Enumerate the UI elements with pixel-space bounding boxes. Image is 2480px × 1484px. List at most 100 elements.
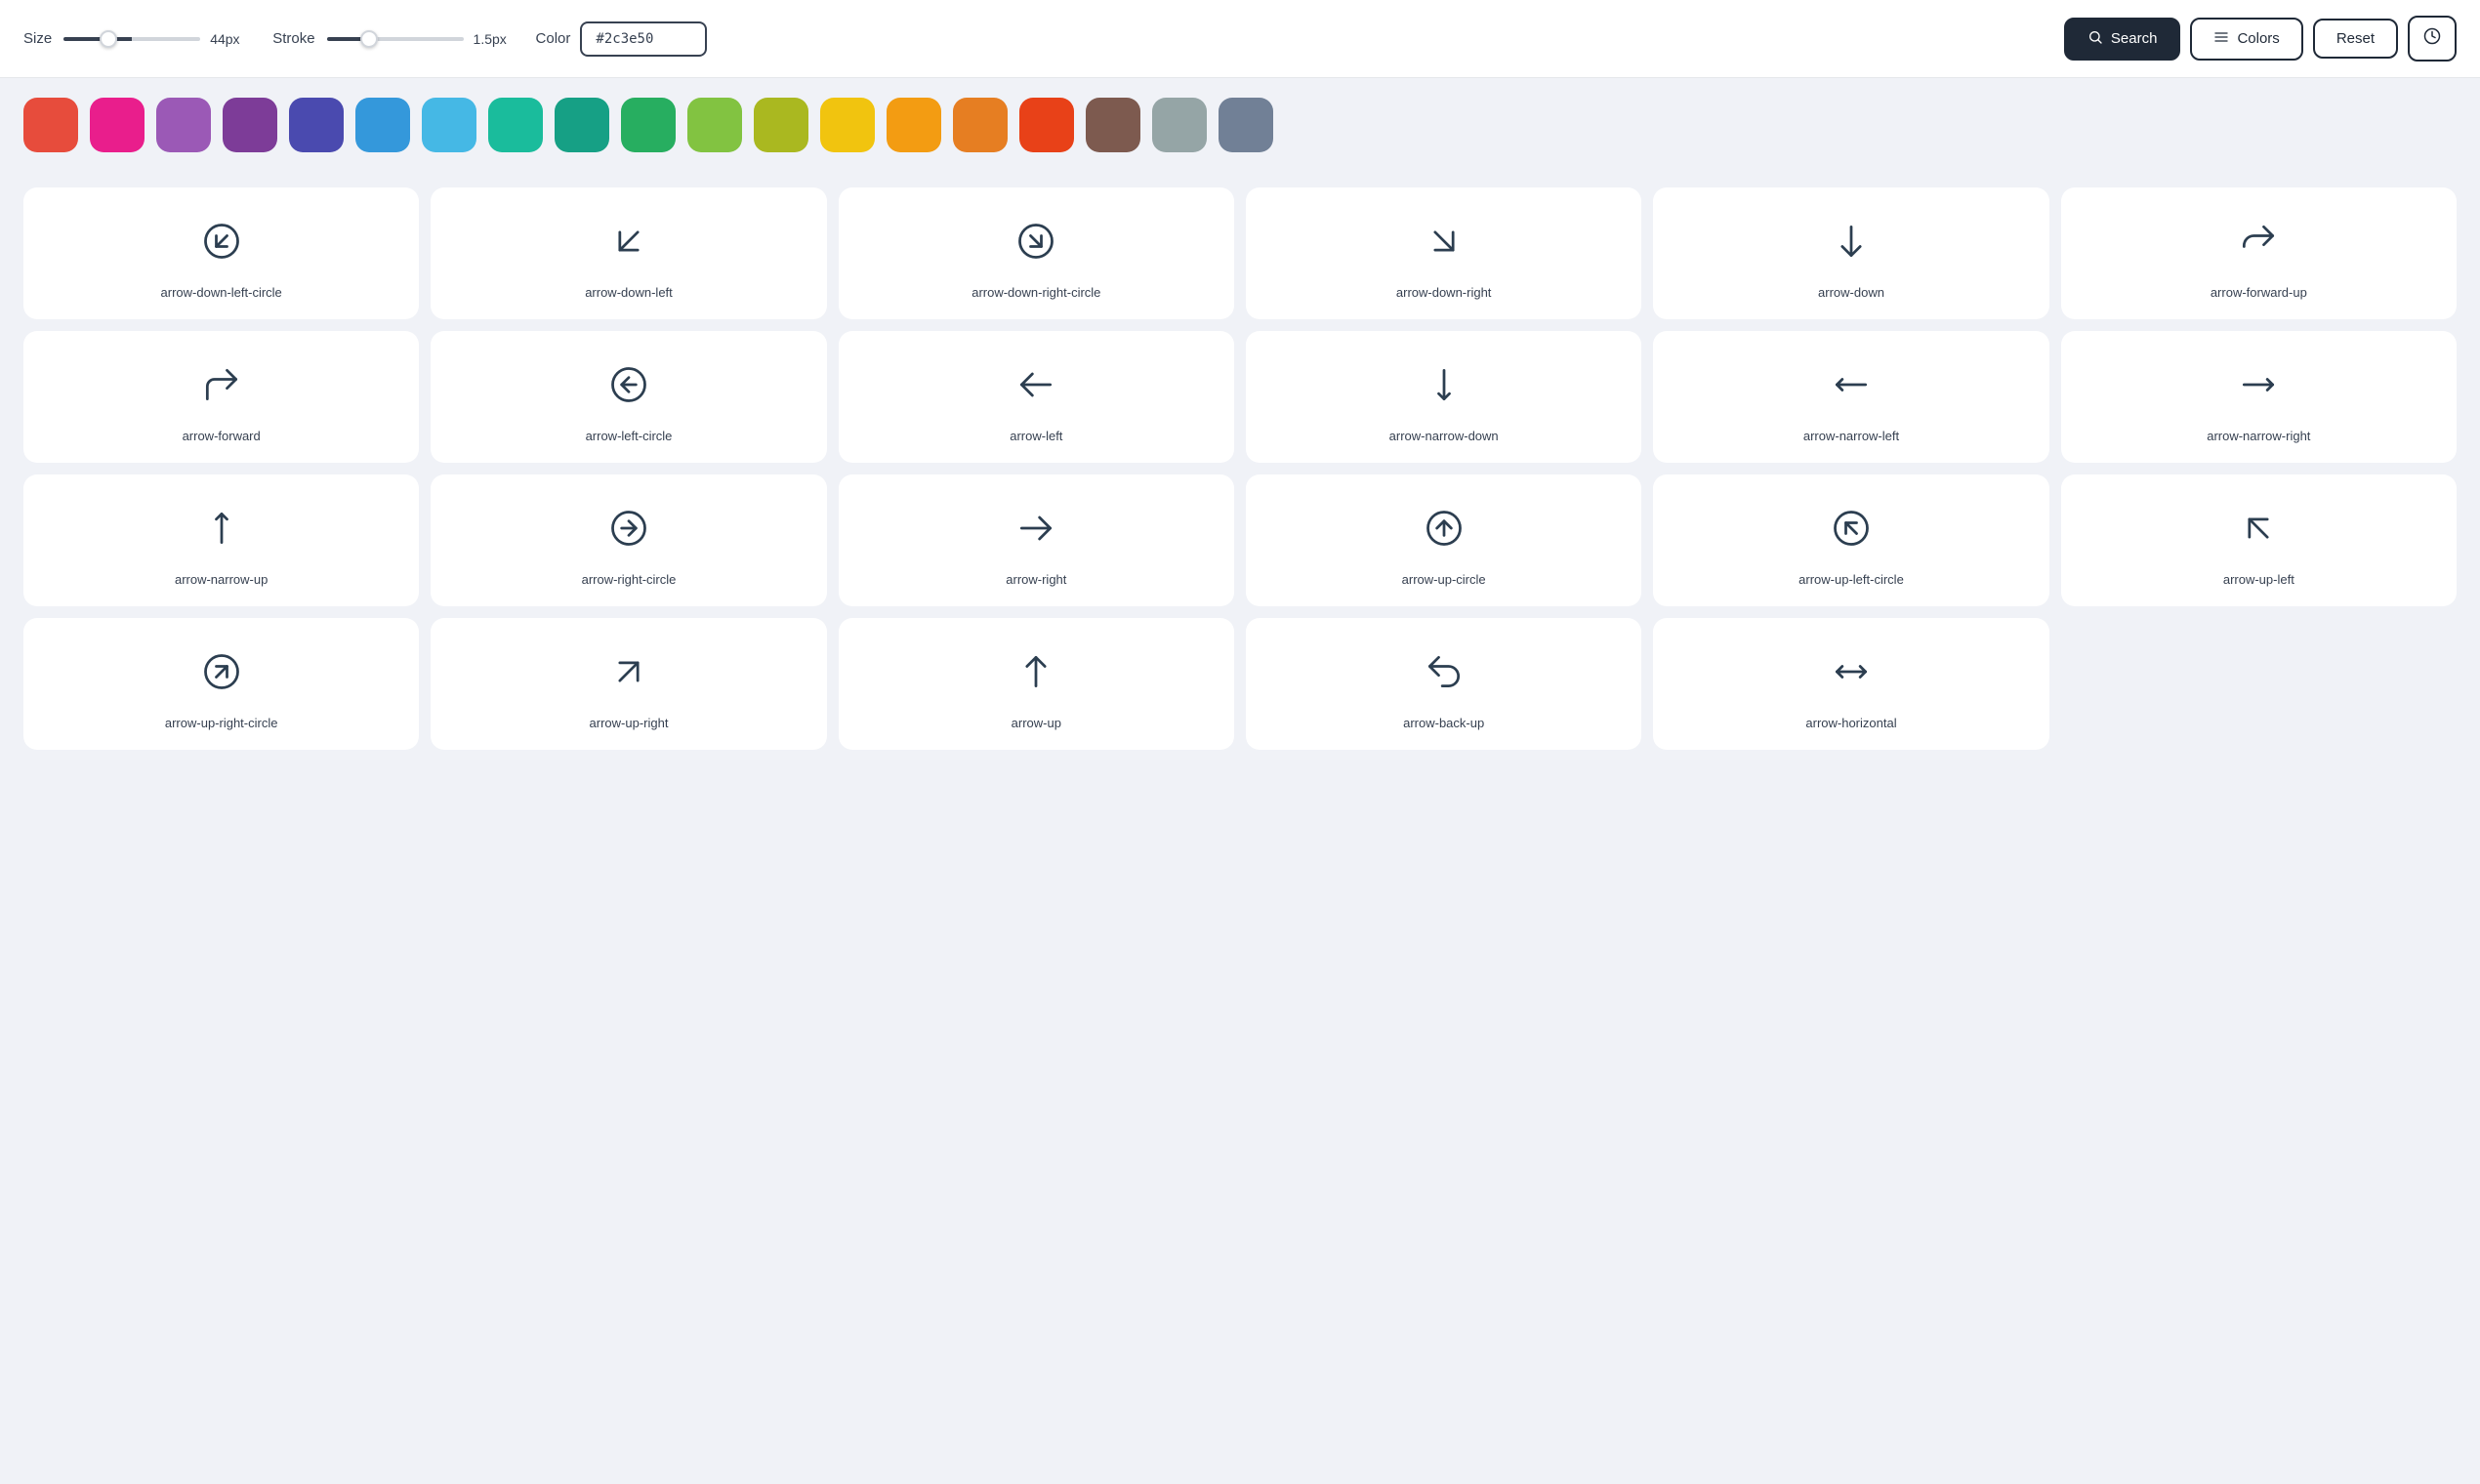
- icon-symbol-arrow-right-circle: [607, 504, 650, 553]
- history-button[interactable]: [2408, 16, 2457, 62]
- color-control: Color: [536, 21, 708, 57]
- icon-card-arrow-narrow-down[interactable]: arrow-narrow-down: [1246, 331, 1641, 463]
- icon-symbol-arrow-left-circle: [607, 360, 650, 409]
- icon-label-arrow-up-circle: arrow-up-circle: [1402, 572, 1486, 587]
- color-swatch-purple[interactable]: [223, 98, 277, 152]
- colors-button[interactable]: Colors: [2190, 18, 2302, 61]
- toolbar-buttons: Search Colors Reset: [2064, 16, 2457, 62]
- stroke-value: 1.5px: [474, 31, 513, 47]
- color-swatch-lime[interactable]: [754, 98, 808, 152]
- color-input[interactable]: [580, 21, 707, 57]
- stroke-slider[interactable]: [327, 37, 464, 41]
- color-swatch-sky[interactable]: [422, 98, 476, 152]
- icon-card-arrow-left[interactable]: arrow-left: [839, 331, 1234, 463]
- icon-label-arrow-right: arrow-right: [1006, 572, 1066, 587]
- icon-symbol-arrow-back-up: [1423, 647, 1466, 696]
- icon-card-arrow-up[interactable]: arrow-up: [839, 618, 1234, 750]
- icon-label-arrow-forward: arrow-forward: [183, 429, 261, 443]
- icon-symbol-arrow-narrow-down: [1423, 360, 1466, 409]
- size-label: Size: [23, 30, 52, 47]
- icon-symbol-arrow-left: [1014, 360, 1057, 409]
- icon-card-arrow-narrow-right[interactable]: arrow-narrow-right: [2061, 331, 2457, 463]
- search-icon: [2087, 29, 2103, 49]
- icon-symbol-arrow-down-right: [1423, 217, 1466, 266]
- size-slider-wrapper: 44px: [63, 31, 249, 47]
- color-swatch-orange-red[interactable]: [1019, 98, 1074, 152]
- icon-symbol-arrow-horizontal: [1830, 647, 1873, 696]
- icon-symbol-arrow-narrow-right: [2237, 360, 2280, 409]
- color-swatch-blue[interactable]: [355, 98, 410, 152]
- icon-card-arrow-right-circle[interactable]: arrow-right-circle: [431, 474, 826, 606]
- color-swatch-teal[interactable]: [555, 98, 609, 152]
- icon-label-arrow-up-left-circle: arrow-up-left-circle: [1798, 572, 1904, 587]
- icon-symbol-arrow-forward-up: [2237, 217, 2280, 266]
- icon-card-arrow-down-left[interactable]: arrow-down-left: [431, 187, 826, 319]
- icon-card-arrow-up-left[interactable]: arrow-up-left: [2061, 474, 2457, 606]
- icon-card-arrow-back-up[interactable]: arrow-back-up: [1246, 618, 1641, 750]
- history-icon: [2423, 27, 2441, 50]
- icon-symbol-arrow-down-left-circle: [200, 217, 243, 266]
- icon-label-arrow-left-circle: arrow-left-circle: [586, 429, 673, 443]
- stroke-slider-wrapper: 1.5px: [327, 31, 513, 47]
- icon-card-arrow-narrow-left[interactable]: arrow-narrow-left: [1653, 331, 2048, 463]
- color-swatch-purple-light[interactable]: [156, 98, 211, 152]
- icon-card-arrow-right[interactable]: arrow-right: [839, 474, 1234, 606]
- icon-label-arrow-up-right: arrow-up-right: [590, 716, 669, 730]
- icon-card-arrow-up-right[interactable]: arrow-up-right: [431, 618, 826, 750]
- icon-card-arrow-horizontal[interactable]: arrow-horizontal: [1653, 618, 2048, 750]
- icon-label-arrow-horizontal: arrow-horizontal: [1805, 716, 1896, 730]
- icons-grid: arrow-down-left-circle arrow-down-left arr…: [0, 172, 2480, 765]
- icon-label-arrow-down: arrow-down: [1818, 285, 1884, 300]
- color-swatch-red[interactable]: [23, 98, 78, 152]
- size-value: 44px: [210, 31, 249, 47]
- icon-symbol-arrow-up-circle: [1423, 504, 1466, 553]
- stroke-control: Stroke 1.5px: [272, 30, 512, 47]
- color-swatch-yellow[interactable]: [820, 98, 875, 152]
- icon-symbol-arrow-down: [1830, 217, 1873, 266]
- icon-label-arrow-down-left-circle: arrow-down-left-circle: [161, 285, 282, 300]
- icon-symbol-arrow-down-right-circle: [1014, 217, 1057, 266]
- color-swatch-indigo[interactable]: [289, 98, 344, 152]
- color-label: Color: [536, 30, 571, 47]
- size-slider[interactable]: [63, 37, 200, 41]
- color-swatch-orange[interactable]: [953, 98, 1008, 152]
- icon-label-arrow-forward-up: arrow-forward-up: [2211, 285, 2307, 300]
- icon-card-arrow-forward[interactable]: arrow-forward: [23, 331, 419, 463]
- icon-card-arrow-forward-up[interactable]: arrow-forward-up: [2061, 187, 2457, 319]
- icon-label-arrow-up-right-circle: arrow-up-right-circle: [165, 716, 278, 730]
- icon-symbol-arrow-down-left: [607, 217, 650, 266]
- icon-card-arrow-up-right-circle[interactable]: arrow-up-right-circle: [23, 618, 419, 750]
- icon-label-arrow-left: arrow-left: [1010, 429, 1062, 443]
- icon-label-arrow-narrow-left: arrow-narrow-left: [1803, 429, 1899, 443]
- color-swatch-gray[interactable]: [1152, 98, 1207, 152]
- color-swatch-cyan[interactable]: [488, 98, 543, 152]
- icon-card-arrow-left-circle[interactable]: arrow-left-circle: [431, 331, 826, 463]
- icon-card-arrow-down-left-circle[interactable]: arrow-down-left-circle: [23, 187, 419, 319]
- icon-card-arrow-narrow-up[interactable]: arrow-narrow-up: [23, 474, 419, 606]
- color-swatch-amber[interactable]: [887, 98, 941, 152]
- icon-label-arrow-up: arrow-up: [1012, 716, 1061, 730]
- icon-label-arrow-down-right-circle: arrow-down-right-circle: [971, 285, 1100, 300]
- toolbar: Size 44px Stroke 1.5px Color Search: [0, 0, 2480, 78]
- icon-card-arrow-up-left-circle[interactable]: arrow-up-left-circle: [1653, 474, 2048, 606]
- color-swatch-light-green[interactable]: [687, 98, 742, 152]
- icon-symbol-arrow-up: [1014, 647, 1057, 696]
- color-swatch-brown[interactable]: [1086, 98, 1140, 152]
- size-control: Size 44px: [23, 30, 249, 47]
- icon-symbol-arrow-forward: [200, 360, 243, 409]
- stroke-label: Stroke: [272, 30, 314, 47]
- icon-card-arrow-up-circle[interactable]: arrow-up-circle: [1246, 474, 1641, 606]
- icon-label-arrow-back-up: arrow-back-up: [1403, 716, 1484, 730]
- color-swatch-green[interactable]: [621, 98, 676, 152]
- reset-button[interactable]: Reset: [2313, 19, 2398, 59]
- icon-card-arrow-down-right-circle[interactable]: arrow-down-right-circle: [839, 187, 1234, 319]
- icon-label-arrow-narrow-up: arrow-narrow-up: [175, 572, 268, 587]
- icon-card-arrow-down[interactable]: arrow-down: [1653, 187, 2048, 319]
- icon-card-arrow-down-right[interactable]: arrow-down-right: [1246, 187, 1641, 319]
- icon-symbol-arrow-up-left: [2237, 504, 2280, 553]
- icon-symbol-arrow-up-left-circle: [1830, 504, 1873, 553]
- color-swatch-slate[interactable]: [1219, 98, 1273, 152]
- colors-icon: [2213, 29, 2229, 49]
- color-swatch-crimson[interactable]: [90, 98, 145, 152]
- search-button[interactable]: Search: [2064, 18, 2181, 61]
